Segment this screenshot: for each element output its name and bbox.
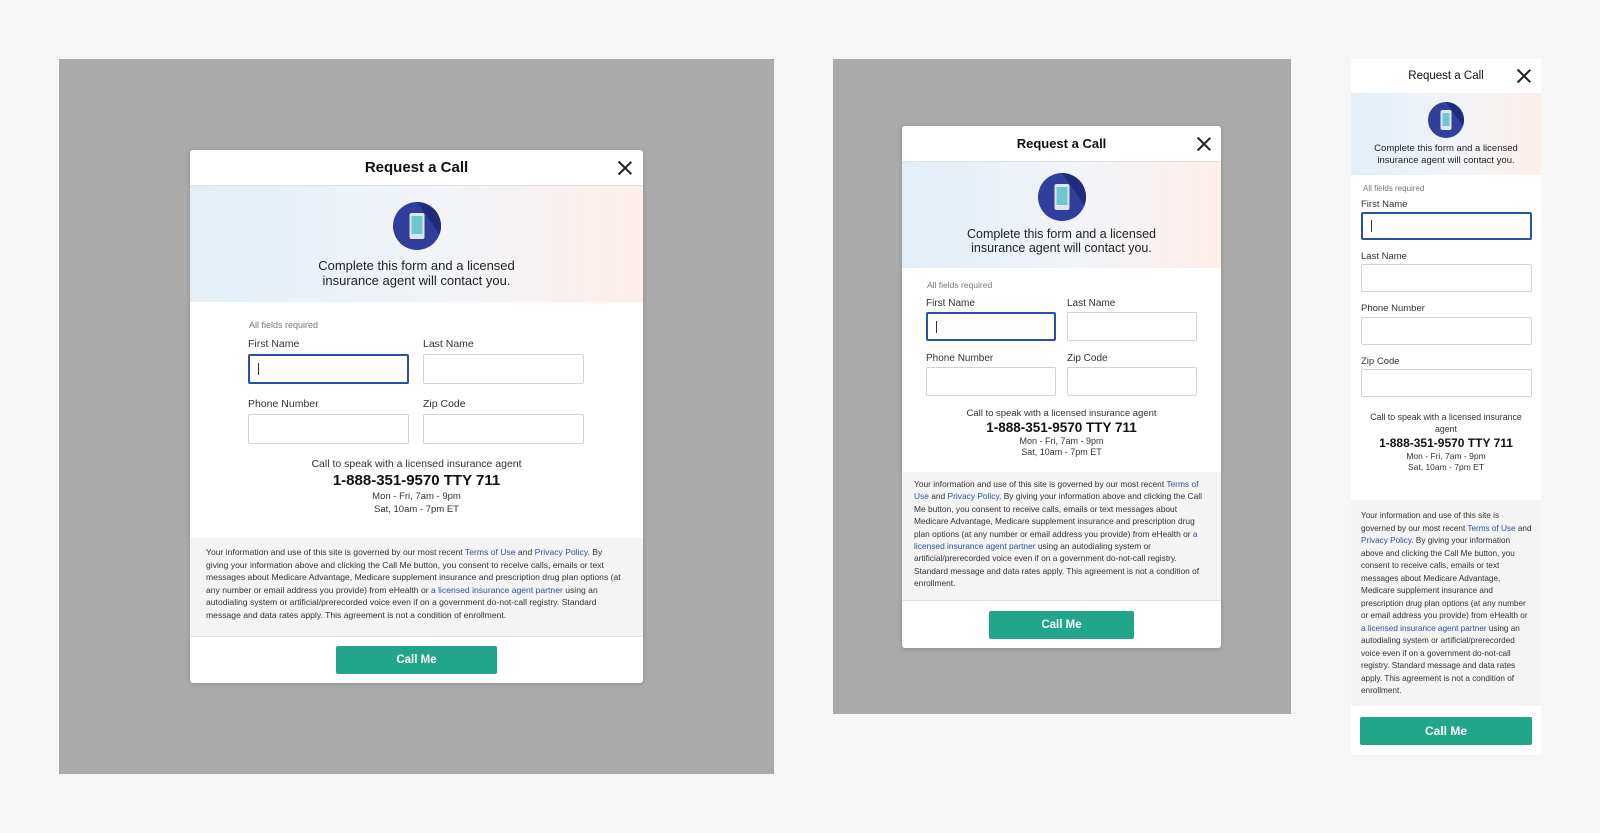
terms-link[interactable]: Terms of Use (1467, 524, 1515, 533)
hero-text: Complete this form and a licensed insura… (1374, 143, 1518, 166)
phone-label: Phone Number (1361, 303, 1425, 314)
modal-header: Request a Call (1351, 59, 1541, 93)
call-hours-weekend: Sat, 10am - 7pm ET (373, 504, 459, 515)
call-hours-weekday: Mon - Fri, 7am - 9pm (1019, 436, 1104, 446)
zip-input[interactable] (1361, 369, 1532, 397)
zip-input[interactable] (1067, 367, 1197, 396)
modal-header: Request a Call (190, 150, 643, 186)
call-info: Call to speak with a licensed insurance … (902, 408, 1221, 457)
call-hours-weekend: Sat, 10am - 7pm ET (1407, 462, 1485, 472)
required-note: All fields required (927, 280, 993, 290)
modal-header: Request a Call (902, 126, 1221, 162)
privacy-link[interactable]: Privacy Policy (535, 547, 588, 557)
modal-footer: Call Me (902, 600, 1221, 648)
first-name-input[interactable] (1361, 212, 1532, 240)
call-me-button[interactable]: Call Me (989, 610, 1134, 639)
last-name-label: Last Name (1361, 251, 1407, 262)
hero-banner: Complete this form and a licensed insura… (190, 186, 643, 302)
tablet-modal: Request a Call Complete this form and a … (902, 126, 1221, 648)
first-name-label: First Name (926, 298, 975, 309)
modal-title: Request a Call (364, 159, 469, 176)
first-name-label: First Name (248, 338, 300, 350)
contact-form: All fields required First Name Last Name… (1351, 175, 1541, 500)
last-name-input[interactable] (1361, 264, 1532, 292)
phone-input[interactable] (926, 367, 1056, 396)
call-me-button[interactable]: Call Me (336, 646, 497, 674)
legal-disclaimer: Your information and use of this site is… (902, 472, 1221, 600)
phone-icon (1428, 102, 1464, 138)
last-name-input[interactable] (1067, 312, 1197, 341)
call-number[interactable]: 1-888-351-9570 TTY 711 (1365, 436, 1527, 450)
last-name-label: Last Name (1067, 298, 1116, 309)
call-info: Call to speak with a licensed insurance … (1365, 411, 1527, 472)
close-icon[interactable] (618, 161, 632, 175)
call-number[interactable]: 1-888-351-9570 TTY 711 (902, 420, 1221, 435)
hero-text: Complete this form and a licensed insura… (967, 227, 1156, 255)
required-note: All fields required (1363, 184, 1425, 193)
terms-link[interactable]: Terms of Use (465, 547, 516, 557)
modal-title: Request a Call (1016, 136, 1107, 151)
first-name-label: First Name (1361, 199, 1408, 210)
call-hours-weekday: Mon - Fri, 7am - 9pm (1406, 451, 1486, 461)
required-note: All fields required (249, 320, 319, 330)
close-icon[interactable] (1197, 137, 1211, 151)
phone-input[interactable] (248, 414, 409, 444)
partner-link[interactable]: a licensed insurance agent partner (1361, 624, 1487, 633)
call-hours-weekend: Sat, 10am - 7pm ET (1021, 447, 1102, 457)
last-name-label: Last Name (423, 338, 474, 350)
zip-label: Zip Code (423, 398, 466, 410)
legal-disclaimer: Your information and use of this site is… (190, 538, 643, 636)
close-icon[interactable] (1517, 69, 1531, 83)
modal-title: Request a Call (1408, 70, 1484, 82)
call-intro: Call to speak with a licensed insurance … (966, 408, 1157, 419)
zip-input[interactable] (423, 414, 584, 444)
contact-form: All fields required First Name Last Name… (190, 302, 643, 538)
call-intro: Call to speak with a licensed insurance … (1370, 412, 1522, 434)
modal-footer: Call Me (1351, 706, 1541, 755)
call-hours-weekday: Mon - Fri, 7am - 9pm (372, 491, 461, 502)
desktop-modal: Request a Call Complete this form and a … (190, 150, 643, 683)
first-name-input[interactable] (926, 312, 1056, 341)
call-info: Call to speak with a licensed insurance … (190, 458, 643, 515)
phone-label: Phone Number (926, 353, 994, 364)
call-me-button[interactable]: Call Me (1360, 716, 1532, 745)
modal-footer: Call Me (190, 636, 643, 683)
call-intro: Call to speak with a licensed insurance … (311, 458, 522, 470)
privacy-link[interactable]: Privacy Policy (1361, 536, 1411, 545)
hero-text: Complete this form and a licensed insura… (318, 258, 515, 288)
phone-icon (392, 202, 441, 250)
call-number[interactable]: 1-888-351-9570 TTY 711 (190, 472, 643, 489)
hero-banner: Complete this form and a licensed insura… (902, 162, 1221, 268)
first-name-input[interactable] (248, 354, 409, 384)
legal-disclaimer: Your information and use of this site is… (1351, 500, 1541, 706)
phone-input[interactable] (1361, 317, 1532, 345)
partner-link[interactable]: a licensed insurance agent partner (431, 585, 563, 595)
phone-icon (1037, 173, 1086, 221)
privacy-link[interactable]: Privacy Policy (948, 491, 1000, 501)
phone-label: Phone Number (248, 398, 319, 410)
mobile-screen: Request a Call Complete this form and a … (1351, 59, 1541, 755)
zip-label: Zip Code (1361, 356, 1400, 367)
zip-label: Zip Code (1067, 353, 1108, 364)
last-name-input[interactable] (423, 354, 584, 384)
contact-form: All fields required First Name Last Name… (902, 268, 1221, 472)
hero-banner: Complete this form and a licensed insura… (1351, 93, 1541, 175)
